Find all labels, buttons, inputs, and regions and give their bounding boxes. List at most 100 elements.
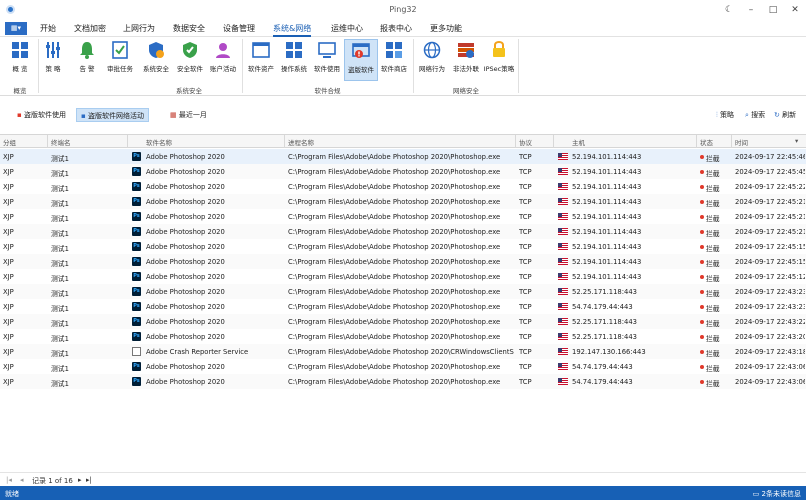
cell-status: 拦截 <box>706 305 720 313</box>
menu-home[interactable]: 开始 <box>40 23 56 34</box>
column-header-terminal[interactable]: 终端名 <box>51 137 71 147</box>
column-header-process[interactable]: 进程名称 <box>288 137 314 147</box>
search-button[interactable]: ⌕ 搜索 <box>745 108 765 122</box>
cell-protocol: TCP <box>519 273 532 281</box>
date-range-button[interactable]: ▦ 最近一月 <box>166 108 211 122</box>
menu-device-management[interactable]: 设备管理 <box>223 23 255 34</box>
ribbon-pirated-software-button[interactable]: 盗版软件 <box>344 39 378 81</box>
next-page-button[interactable]: ▸ <box>78 476 82 484</box>
table-row[interactable]: Ps XJP 测试1 Adobe Photoshop 2020 C:\Program F… <box>0 314 806 329</box>
account-activity-icon <box>216 43 230 58</box>
policy-button[interactable]: ⫶ 策略 <box>716 108 734 122</box>
search-icon: ⌕ <box>745 111 749 119</box>
ribbon-ipsec-policy-button[interactable]: IPSec策略 <box>482 39 516 81</box>
ribbon-separator <box>242 39 243 93</box>
sort-descending-icon[interactable]: ▾ <box>795 137 798 145</box>
table-row[interactable]: Ps XJP 测试1 Adobe Photoshop 2020 C:\Program F… <box>0 254 806 269</box>
blocked-status-dot-icon <box>700 200 704 204</box>
table-row[interactable]: Ps XJP 测试1 Adobe Photoshop 2020 C:\Program F… <box>0 374 806 389</box>
us-flag-icon <box>558 348 568 355</box>
close-button[interactable]: ✕ <box>784 5 806 15</box>
cell-process: C:\Program Files\Adobe\Adobe Photoshop 2… <box>288 318 501 326</box>
ribbon-separator <box>413 39 414 93</box>
prev-page-button[interactable]: ◂ <box>20 476 24 484</box>
menu-report-center[interactable]: 报表中心 <box>380 23 412 34</box>
system-security-shield-icon <box>149 42 164 58</box>
maximize-button[interactable]: □ <box>762 5 784 15</box>
us-flag-icon <box>558 243 568 250</box>
table-row[interactable]: Ps XJP 测试1 Adobe Photoshop 2020 C:\Program F… <box>0 194 806 209</box>
cell-protocol: TCP <box>519 303 532 311</box>
column-header-group[interactable]: 分组 <box>3 137 16 147</box>
menu-more[interactable]: 更多功能 <box>430 23 462 34</box>
ribbon-overview-button[interactable]: 概 览 <box>3 39 37 81</box>
minimize-button[interactable]: – <box>740 5 762 15</box>
ribbon-account-activity-button[interactable]: 账户活动 <box>206 39 240 81</box>
table-row[interactable]: Ps XJP 测试1 Adobe Photoshop 2020 C:\Program F… <box>0 359 806 374</box>
column-header-software[interactable]: 软件名称 <box>146 137 172 147</box>
tab-pirated-network[interactable]: ▪ 盗版软件网络活动 <box>76 108 149 122</box>
app-menu-button[interactable]: ▦▾ <box>5 22 27 35</box>
cell-time: 2024-09-17 22:45:46 <box>735 153 805 161</box>
first-page-button[interactable]: |◂ <box>6 476 12 484</box>
refresh-button[interactable]: ↻ 刷新 <box>774 108 796 122</box>
cell-software: Adobe Photoshop 2020 <box>146 198 225 206</box>
menu-data-security[interactable]: 数据安全 <box>173 23 205 34</box>
column-header-protocol[interactable]: 协议 <box>519 137 532 147</box>
cell-group: XJP <box>3 303 14 311</box>
ribbon-operating-system-button[interactable]: 操作系统 <box>277 39 311 81</box>
cell-group: XJP <box>3 213 14 221</box>
ribbon-approval-button[interactable]: 审批任务 <box>103 39 137 81</box>
tab-pirated-usage[interactable]: ▪ 盗版软件使用 <box>13 108 70 122</box>
cell-status: 拦截 <box>706 350 720 358</box>
cell-status: 拦截 <box>706 185 720 193</box>
table-row[interactable]: Ps XJP 测试1 Adobe Photoshop 2020 C:\Program F… <box>0 149 806 164</box>
table-row[interactable]: Ps XJP 测试1 Adobe Photoshop 2020 C:\Program F… <box>0 299 806 314</box>
column-header-host[interactable]: 主机 <box>572 137 585 147</box>
menu-doc-encryption[interactable]: 文档加密 <box>74 23 106 34</box>
menu-web-behavior[interactable]: 上网行为 <box>123 23 155 34</box>
cell-terminal: 测试1 <box>51 380 69 388</box>
window-controls: ☾ – □ ✕ <box>718 0 806 20</box>
cell-process: C:\Program Files\Adobe\Adobe Photoshop 2… <box>288 273 501 281</box>
column-header-status[interactable]: 状态 <box>700 137 713 147</box>
table-row[interactable]: Ps XJP 测试1 Adobe Photoshop 2020 C:\Program F… <box>0 329 806 344</box>
theme-toggle-icon[interactable]: ☾ <box>718 5 740 15</box>
table-row[interactable]: Ps XJP 测试1 Adobe Photoshop 2020 C:\Program F… <box>0 179 806 194</box>
security-software-shield-icon <box>183 42 197 58</box>
table-row[interactable]: Ps XJP 测试1 Adobe Photoshop 2020 C:\Program F… <box>0 239 806 254</box>
ribbon-system-security-button[interactable]: 系统安全 <box>139 39 173 81</box>
ribbon-software-assets-button[interactable]: 软件资产 <box>244 39 278 81</box>
ribbon-policy-button[interactable]: 策 略 <box>36 39 70 81</box>
menu-system-network[interactable]: 系统&网络 <box>273 23 312 37</box>
table-row[interactable]: Ps XJP 测试1 Adobe Photoshop 2020 C:\Program F… <box>0 164 806 179</box>
table-row[interactable]: Ps XJP 测试1 Adobe Photoshop 2020 C:\Program F… <box>0 269 806 284</box>
table-row[interactable]: XJP 测试1 Adobe Crash Reporter Service C:\Pro… <box>0 344 806 359</box>
status-bar: 就绪 ▭ 2条未读信息 <box>0 486 806 500</box>
cell-software: Adobe Photoshop 2020 <box>146 243 225 251</box>
us-flag-icon <box>558 378 568 385</box>
ribbon-network-behavior-button[interactable]: 网络行为 <box>415 39 449 81</box>
table-row[interactable]: Ps XJP 测试1 Adobe Photoshop 2020 C:\Program F… <box>0 224 806 239</box>
cell-status: 拦截 <box>706 230 720 238</box>
cell-software: Adobe Photoshop 2020 <box>146 228 225 236</box>
last-page-button[interactable]: ▸| <box>86 476 92 484</box>
column-divider <box>553 135 554 148</box>
cell-process: C:\Program Files\Adobe\Adobe Photoshop 2… <box>288 183 501 191</box>
column-header-time[interactable]: 时间 <box>735 137 748 147</box>
menu-ops-center[interactable]: 运维中心 <box>331 23 363 34</box>
unread-messages[interactable]: ▭ 2条未读信息 <box>753 489 801 499</box>
table-row[interactable]: Ps XJP 测试1 Adobe Photoshop 2020 C:\Program F… <box>0 284 806 299</box>
cell-host: 52.25.171.118:443 <box>572 318 637 326</box>
cell-process: C:\Program Files\Adobe\Adobe Photoshop 2… <box>288 333 501 341</box>
table-row[interactable]: Ps XJP 测试1 Adobe Photoshop 2020 C:\Program F… <box>0 209 806 224</box>
cell-software: Adobe Photoshop 2020 <box>146 363 225 371</box>
cell-protocol: TCP <box>519 183 532 191</box>
cell-protocol: TCP <box>519 198 532 206</box>
ribbon-alarm-button[interactable]: 告 警 <box>70 39 104 81</box>
ribbon-software-usage-button[interactable]: 软件使用 <box>310 39 344 81</box>
ribbon-security-software-button[interactable]: 安全软件 <box>173 39 207 81</box>
ribbon-software-store-button[interactable]: 软件商店 <box>377 39 411 81</box>
group-label-system-security: 系统安全 <box>176 87 202 95</box>
ribbon-illegal-outbound-button[interactable]: 非法外联 <box>449 39 483 81</box>
